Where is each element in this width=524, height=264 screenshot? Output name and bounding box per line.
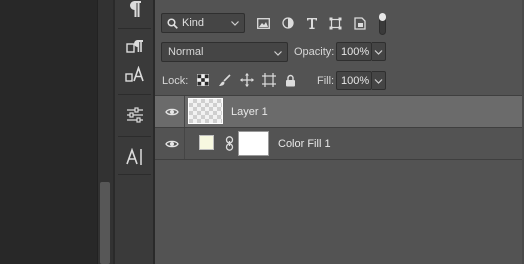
type-character-icon (125, 148, 142, 165)
lock-transparent-pixels-icon[interactable] (195, 72, 210, 88)
lock-label: Lock: (162, 75, 189, 87)
fill-dropdown-button[interactable] (372, 71, 386, 90)
blend-mode-dropdown[interactable]: Normal (161, 42, 288, 62)
chevron-down-icon (374, 78, 383, 84)
layer-mask-thumbnail[interactable] (238, 131, 269, 156)
lock-artboard-icon[interactable] (261, 72, 276, 88)
search-icon (167, 17, 178, 29)
lock-all-icon[interactable] (283, 72, 298, 88)
fill-color-swatch[interactable] (199, 135, 214, 150)
chevron-down-icon (274, 51, 282, 56)
chevron-down-icon (374, 49, 383, 55)
paragraph-styles-icon (125, 40, 143, 53)
fill-input[interactable]: 100% (336, 71, 372, 90)
eye-icon[interactable] (165, 107, 179, 117)
opacity-dropdown-button[interactable] (372, 42, 386, 61)
shape-filter-icon[interactable] (328, 14, 343, 32)
lock-icons (195, 72, 298, 88)
blend-mode-value: Normal (168, 46, 204, 58)
filter-icons (256, 14, 367, 32)
lock-position-icon[interactable] (239, 72, 254, 88)
sliders-icon (126, 107, 143, 123)
document-canvas (0, 0, 97, 264)
type-filter-icon[interactable] (304, 14, 319, 32)
panel-icon-column (114, 0, 154, 264)
layer-row-color-fill-1[interactable]: Color Fill 1 (155, 128, 524, 159)
link-chain-icon[interactable] (225, 136, 234, 151)
paragraph-icon (129, 1, 141, 17)
smart-object-filter-icon[interactable] (352, 14, 367, 32)
filter-toggle-switch[interactable] (379, 13, 386, 35)
adjustments-panel-icon[interactable] (115, 98, 154, 132)
layer-row-layer-1[interactable]: Layer 1 (155, 96, 524, 127)
character-panel-icon[interactable] (115, 140, 154, 174)
eye-icon[interactable] (165, 139, 179, 149)
layer-name[interactable]: Color Fill 1 (278, 138, 331, 150)
chevron-down-icon (231, 21, 239, 26)
paragraph-panel-icon[interactable] (115, 0, 154, 26)
character-styles-icon (124, 66, 144, 82)
adjustment-filter-icon[interactable] (280, 14, 295, 32)
opacity-value: 100% (341, 45, 370, 58)
filter-kind-dropdown[interactable]: Kind (161, 13, 245, 33)
scrollbar-thumb[interactable] (100, 182, 110, 264)
fill-value: 100% (341, 74, 370, 87)
layers-panel: Kind Normal Opacity: 100% Lock: Fill: 10… (155, 0, 524, 264)
opacity-input[interactable]: 100% (336, 42, 372, 61)
layer-thumbnail (188, 98, 223, 124)
layer-name[interactable]: Layer 1 (231, 106, 268, 118)
fill-label: Fill: (317, 75, 335, 87)
opacity-label: Opacity: (294, 46, 335, 58)
image-filter-icon[interactable] (256, 14, 271, 32)
character-styles-panel-icon[interactable] (115, 58, 154, 92)
layer-divider (155, 159, 524, 160)
filter-kind-label: Kind (182, 17, 205, 29)
lock-image-pixels-icon[interactable] (217, 72, 232, 88)
